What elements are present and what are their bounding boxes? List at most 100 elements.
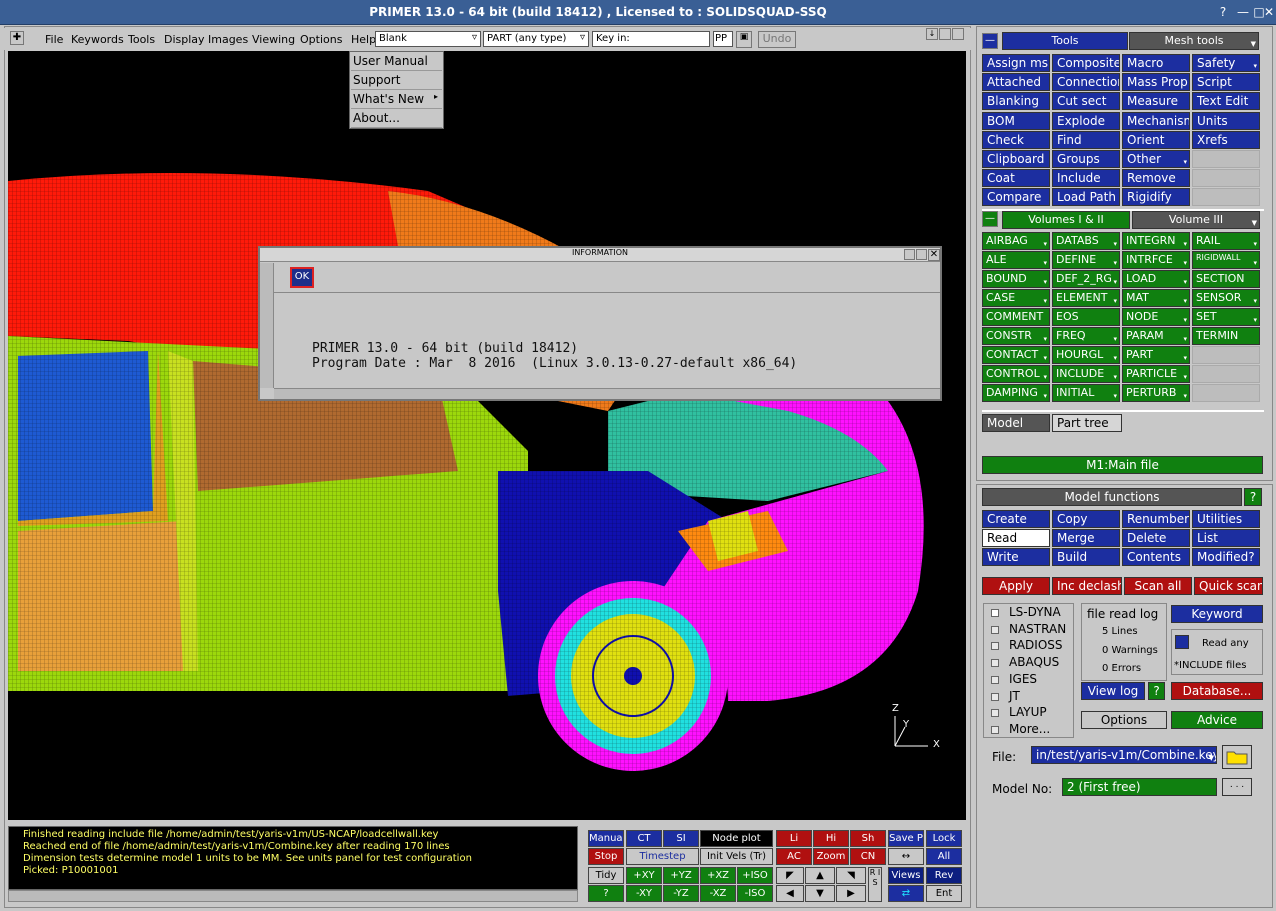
kw-hourgl[interactable]: HOURGL ▾: [1052, 346, 1120, 364]
key-in-field[interactable]: Key in:: [592, 31, 710, 47]
tool-include[interactable]: Include: [1052, 169, 1120, 188]
graphics-viewport[interactable]: Z Y X: [8, 51, 966, 820]
inc-declash-button[interactable]: Inc declash: [1052, 577, 1122, 595]
save-p-button[interactable]: Save P: [888, 830, 924, 847]
stop-button[interactable]: Stop: [588, 848, 624, 865]
arrow-right-icon[interactable]: ▶: [836, 885, 866, 902]
rev-button[interactable]: Rev: [926, 867, 962, 884]
minus-yz-button[interactable]: -YZ: [663, 885, 699, 902]
menu-help[interactable]: Help: [351, 33, 376, 46]
format-checkbox[interactable]: [991, 709, 999, 718]
tab-model[interactable]: Model: [982, 414, 1050, 432]
arrow-up-icon[interactable]: ▲: [805, 867, 835, 884]
menu-item-support[interactable]: Support: [351, 72, 442, 90]
menu-file[interactable]: File: [45, 33, 63, 46]
all-button[interactable]: All: [926, 848, 962, 865]
tool-text-edit[interactable]: Text Edit: [1192, 92, 1260, 111]
tool-explode[interactable]: Explode: [1052, 111, 1120, 130]
kw-include[interactable]: INCLUDE ▾: [1052, 365, 1120, 383]
kw-perturb[interactable]: PERTURB ▾: [1122, 384, 1190, 402]
kw-damping[interactable]: DAMPING ▾: [982, 384, 1050, 402]
help-icon[interactable]: ?: [1216, 5, 1230, 19]
kw-control[interactable]: CONTROL ▾: [982, 365, 1050, 383]
close-icon[interactable]: ✕: [1262, 5, 1276, 19]
kw-databs[interactable]: DATABS ▾: [1052, 232, 1120, 250]
kw-particle[interactable]: PARTICLE ▾: [1122, 365, 1190, 383]
model-no-more-button[interactable]: . . .: [1222, 778, 1252, 796]
tool-connection[interactable]: Connection: [1052, 73, 1120, 92]
tool-composite[interactable]: Composite: [1052, 54, 1120, 72]
format-checkbox[interactable]: [991, 725, 999, 734]
mf-delete[interactable]: Delete: [1122, 529, 1190, 547]
kw-define[interactable]: DEFINE ▾: [1052, 251, 1120, 269]
dialog-vscrollbar[interactable]: [260, 263, 274, 388]
kw-eos[interactable]: EOS: [1052, 308, 1120, 326]
format-checkbox[interactable]: [991, 625, 999, 634]
main-file-button[interactable]: M1:Main file: [982, 456, 1263, 474]
minus-iso-button[interactable]: -ISO: [737, 885, 773, 902]
tool-blanking[interactable]: Blanking: [982, 92, 1050, 111]
tool-other[interactable]: Other ▾: [1122, 150, 1190, 168]
mf-utilities[interactable]: Utilities: [1192, 510, 1260, 528]
tab-mesh-tools[interactable]: Mesh tools ▼: [1129, 32, 1259, 50]
view-log-button[interactable]: View log: [1081, 682, 1145, 700]
kw-node[interactable]: NODE ▾: [1122, 308, 1190, 326]
tidy-button[interactable]: Tidy: [588, 867, 624, 884]
tool-units[interactable]: Units: [1192, 111, 1260, 130]
collapse-icon[interactable]: —: [982, 33, 998, 49]
tool-attached[interactable]: Attached: [982, 73, 1050, 92]
mf-build[interactable]: Build: [1052, 548, 1120, 566]
tab-part-tree[interactable]: Part tree: [1052, 414, 1122, 432]
kw-rail[interactable]: RAIL ▾: [1192, 232, 1260, 250]
tool-compare[interactable]: Compare: [982, 188, 1050, 207]
dialog-hscrollbar[interactable]: [274, 388, 940, 399]
arrow-upright-icon[interactable]: ◥: [836, 867, 866, 884]
help-button[interactable]: ?: [588, 885, 624, 902]
blank-select[interactable]: Blank ▿: [375, 31, 481, 47]
kw-constr[interactable]: CONSTR ▾: [982, 327, 1050, 345]
sh-button[interactable]: Sh: [850, 830, 886, 847]
si-button[interactable]: SI: [663, 830, 699, 847]
arrow-upleft-icon[interactable]: ◤: [776, 867, 804, 884]
menu-images[interactable]: Images: [208, 33, 248, 46]
tool-orient[interactable]: Orient: [1122, 130, 1190, 149]
quick-scan-button[interactable]: Quick scan: [1194, 577, 1263, 595]
kw-intrfce[interactable]: INTRFCE ▾: [1122, 251, 1190, 269]
restore-icon[interactable]: [939, 28, 951, 40]
kw-set[interactable]: SET ▾: [1192, 308, 1260, 326]
pp-field[interactable]: PP: [713, 31, 733, 47]
ok-button[interactable]: OK: [290, 267, 314, 288]
minus-xy-button[interactable]: -XY: [626, 885, 662, 902]
tool-macro[interactable]: Macro: [1122, 54, 1190, 72]
arrow-left-icon[interactable]: ◀: [776, 885, 804, 902]
tool-assign-ms[interactable]: Assign ms: [982, 54, 1050, 72]
mf-modified[interactable]: Modified?: [1192, 548, 1260, 566]
arrow-down-icon[interactable]: ▼: [805, 885, 835, 902]
folder-icon[interactable]: [1222, 745, 1252, 769]
format-checkbox[interactable]: [991, 659, 999, 668]
dialog-close-icon[interactable]: ✕: [928, 249, 940, 261]
minimize-icon[interactable]: —: [1236, 5, 1250, 19]
kw-freq[interactable]: FREQ ▾: [1052, 327, 1120, 345]
ct-button[interactable]: CT: [626, 830, 662, 847]
database-button[interactable]: Database...: [1171, 682, 1263, 700]
keyword-button[interactable]: Keyword: [1171, 605, 1263, 623]
kw-sensor[interactable]: SENSOR ▾: [1192, 289, 1260, 307]
kw-part[interactable]: PART ▾: [1122, 346, 1190, 364]
kw-contact[interactable]: CONTACT ▾: [982, 346, 1050, 364]
tool-find[interactable]: Find: [1052, 130, 1120, 149]
tab-volumes-1-2[interactable]: Volumes I & II: [1002, 211, 1130, 229]
mf-write[interactable]: Write: [982, 548, 1050, 566]
undo-button[interactable]: Undo: [758, 31, 796, 48]
apply-button[interactable]: Apply: [982, 577, 1050, 595]
format-checkbox[interactable]: [991, 609, 999, 617]
kw-def-2-rg[interactable]: DEF_2_RG ▾: [1052, 270, 1120, 288]
collapse-keywords-icon[interactable]: —: [982, 211, 998, 227]
tool-bom[interactable]: BOM: [982, 111, 1050, 130]
kw-integrn[interactable]: INTEGRN ▾: [1122, 232, 1190, 250]
kw-airbag[interactable]: AIRBAG ▾: [982, 232, 1050, 250]
minus-xz-button[interactable]: -XZ: [700, 885, 736, 902]
format-checkbox[interactable]: [991, 692, 999, 701]
kw-termin[interactable]: TERMIN: [1192, 327, 1260, 345]
lock-button[interactable]: Lock: [926, 830, 962, 847]
